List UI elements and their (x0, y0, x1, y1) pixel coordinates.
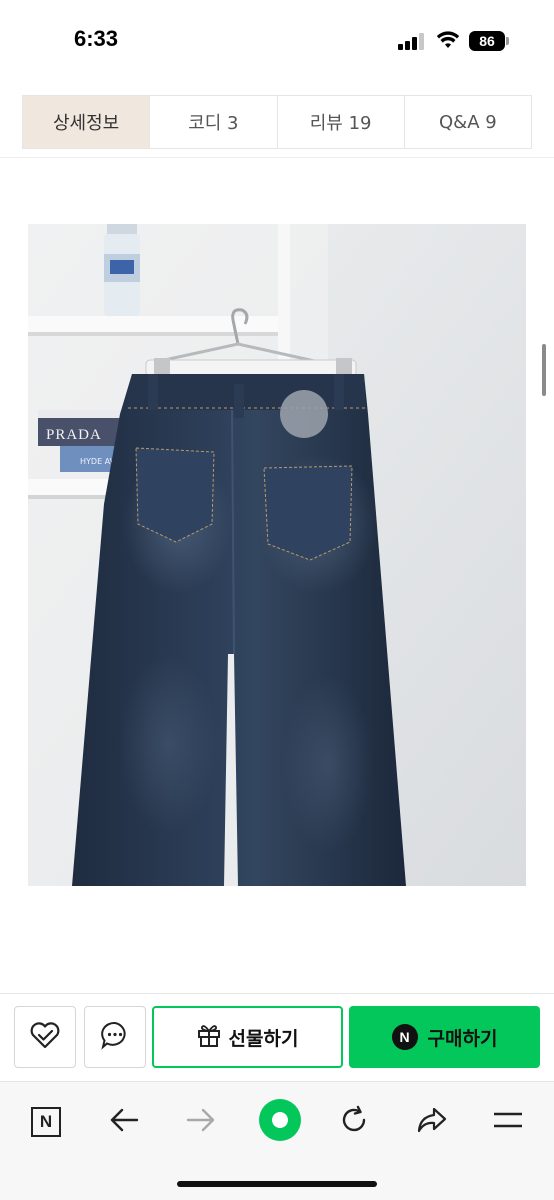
heart-check-icon (28, 1018, 62, 1056)
arrow-left-icon (109, 1107, 139, 1137)
back-button[interactable] (102, 1100, 146, 1144)
browser-toolbar: N (0, 1081, 554, 1200)
detail-tabs: 상세정보 코디 3 리뷰 19 Q&A 9 (22, 95, 532, 149)
cellular-signal-icon (398, 32, 426, 50)
product-image: PRADA HYDE AVE (28, 224, 526, 886)
tab-reviews[interactable]: 리뷰 19 (277, 96, 405, 148)
gift-button-label: 선물하기 (228, 1027, 299, 1050)
refresh-icon (339, 1105, 369, 1139)
chat-bubble-icon (99, 1019, 131, 1055)
wishlist-button[interactable] (14, 1006, 76, 1068)
home-indicator[interactable] (177, 1181, 377, 1187)
talk-button[interactable] (84, 1006, 146, 1068)
arrow-right-icon (186, 1107, 216, 1137)
menu-button[interactable] (486, 1100, 530, 1144)
scrollbar[interactable] (542, 344, 546, 396)
naver-home-button[interactable] (254, 1096, 306, 1148)
tab-coordi[interactable]: 코디 3 (150, 96, 278, 148)
battery-tip (506, 37, 509, 45)
forward-button[interactable] (179, 1100, 223, 1144)
green-dot-home-icon (258, 1098, 302, 1146)
naver-pay-badge: N (391, 1024, 418, 1050)
wifi-icon (436, 30, 460, 54)
status-time: 6:33 (74, 26, 119, 51)
buy-button-label: 구매하기 (427, 1027, 498, 1050)
tabs-divider (0, 157, 554, 158)
refresh-button[interactable] (332, 1100, 376, 1144)
naver-tab-button[interactable]: N (24, 1100, 68, 1144)
share-arrow-icon (416, 1106, 448, 1138)
share-button[interactable] (410, 1100, 454, 1144)
buy-button[interactable]: N 구매하기 (349, 1006, 540, 1068)
purchase-action-bar: 선물하기 N 구매하기 (0, 993, 554, 1081)
tab-qna[interactable]: Q&A 9 (404, 96, 531, 148)
tab-detail-info[interactable]: 상세정보 (23, 96, 151, 148)
battery-icon: 86 (469, 31, 505, 51)
gift-icon (197, 1022, 221, 1052)
svg-text:PRADA: PRADA (46, 427, 102, 443)
hamburger-menu-icon (492, 1109, 524, 1135)
gift-button[interactable]: 선물하기 (152, 1006, 343, 1068)
naver-square-icon: N (31, 1107, 61, 1137)
status-bar: 6:33 86 (0, 0, 554, 82)
